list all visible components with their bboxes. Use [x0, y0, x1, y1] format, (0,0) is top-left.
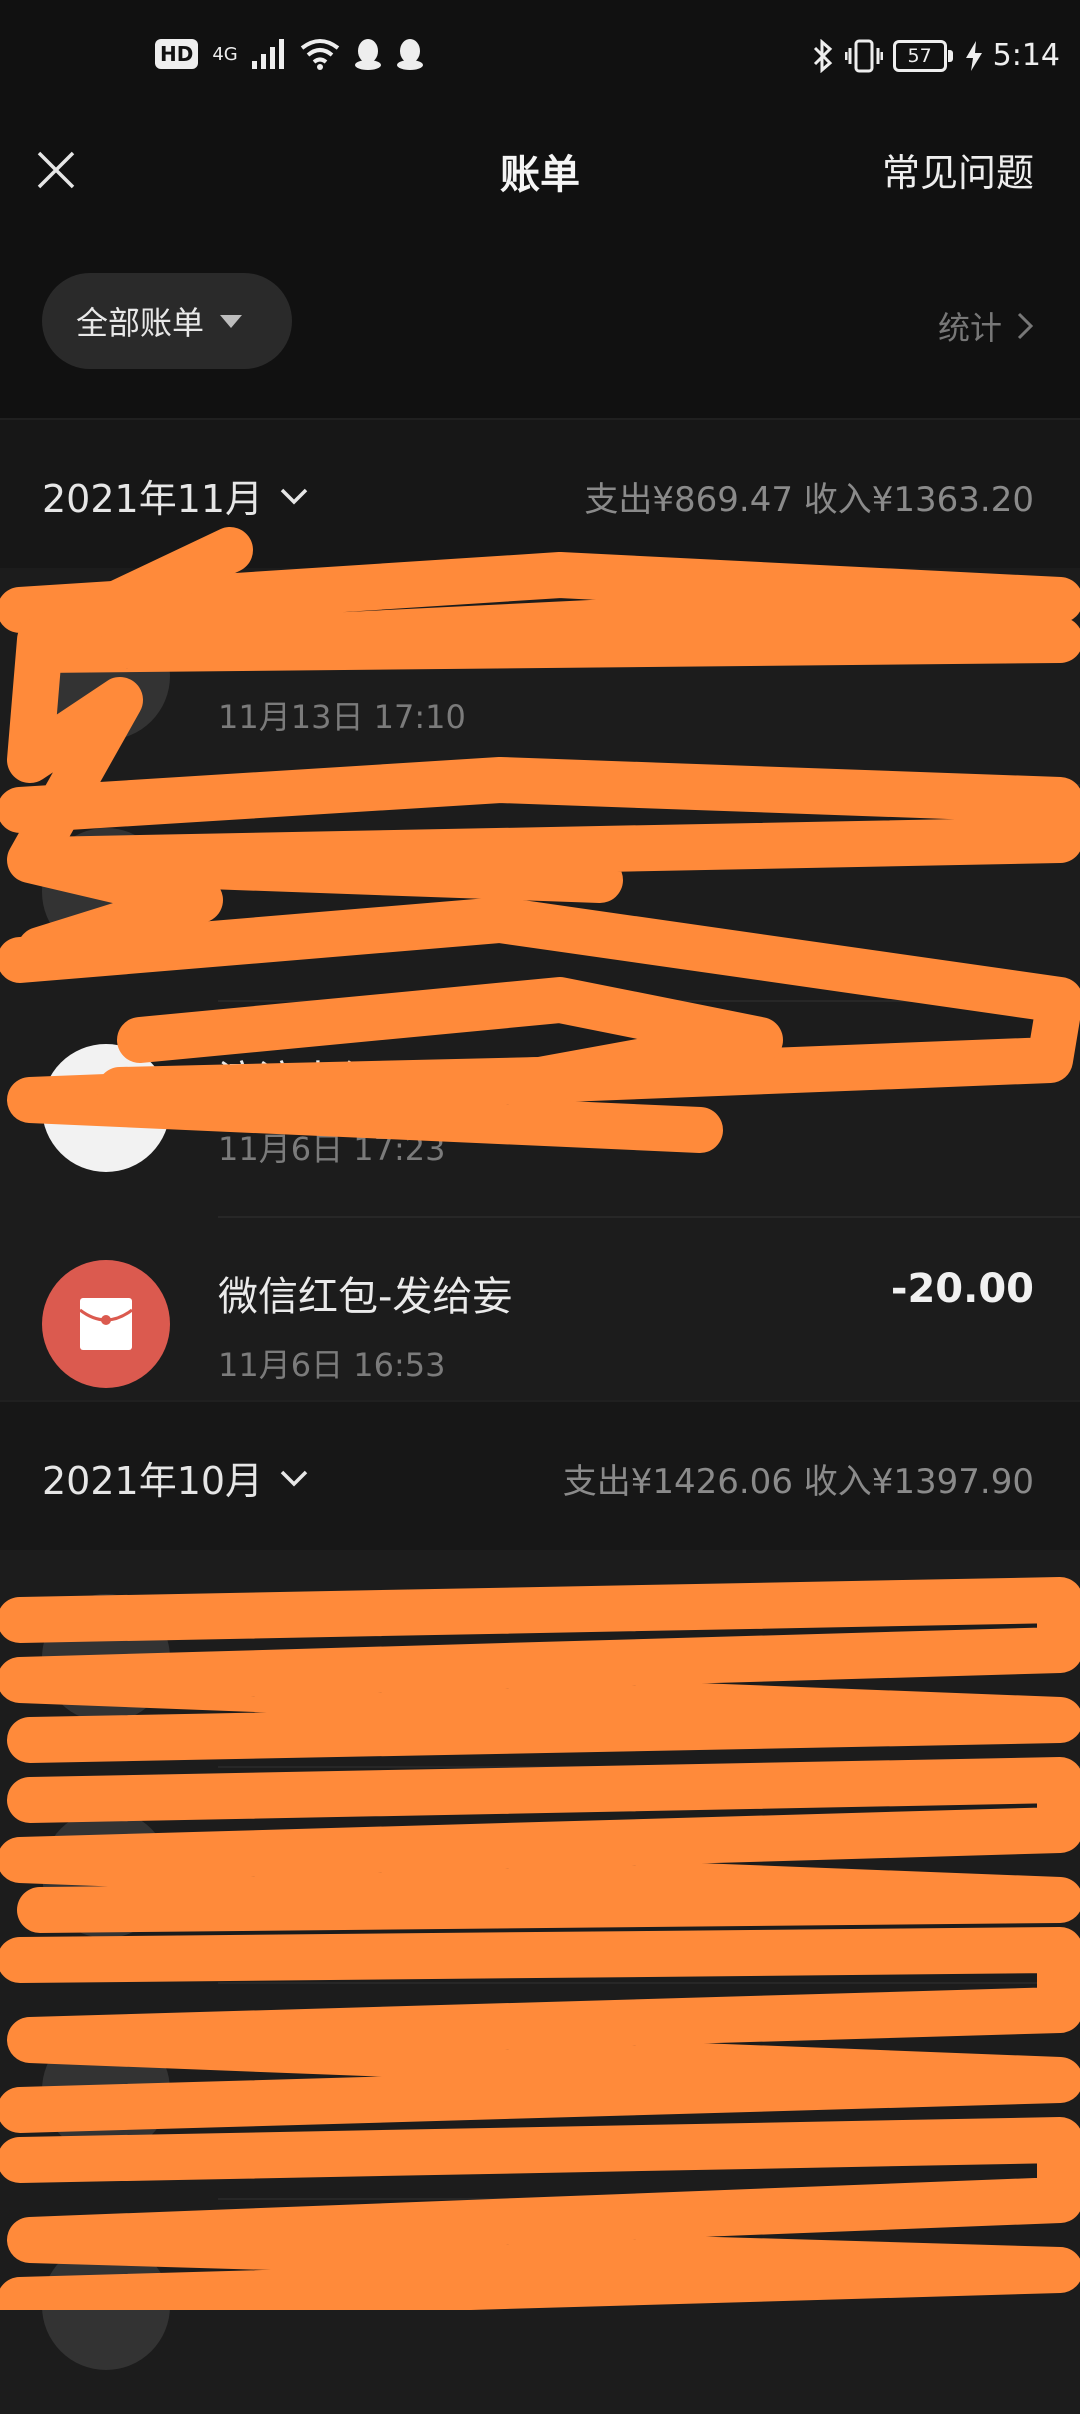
month-label: 2021年11月: [42, 468, 309, 523]
status-right: 57 5:14: [811, 38, 1060, 73]
charging-icon: [965, 40, 982, 71]
red-packet-icon: [79, 1298, 133, 1350]
chevron-right-icon: [1017, 312, 1034, 340]
transaction-row[interactable]: [0, 1766, 1080, 1982]
wifi-icon: [300, 39, 339, 70]
hd-badge: HD: [155, 39, 199, 69]
transaction-row[interactable]: [0, 1550, 1080, 1766]
transaction-row[interactable]: [0, 2198, 1080, 2414]
caret-down-icon: [220, 314, 243, 328]
bill-filter-dropdown[interactable]: 全部账单: [42, 273, 292, 369]
battery-icon: 57: [892, 39, 953, 72]
avatar: [42, 2242, 170, 2370]
clock: 5:14: [992, 38, 1060, 73]
transaction-date: 11月6日 17:23: [218, 1130, 446, 1168]
month-label-text: 2021年10月: [42, 1459, 264, 1503]
transaction-date: 11月13日 17:10: [218, 698, 466, 736]
month-summary: 支出¥1426.06 收入¥1397.90: [562, 1462, 1034, 1502]
transaction-date: 11月6日 16:53: [218, 1346, 446, 1384]
vibrate-icon: [844, 39, 883, 72]
transaction-row[interactable]: [0, 1982, 1080, 2198]
avatar: [42, 1044, 170, 1172]
avatar: [42, 2026, 170, 2154]
transaction-amount: -20.00: [890, 1266, 1034, 1312]
stats-label: 统计: [937, 309, 1002, 347]
month-label: 2021年10月: [42, 1450, 309, 1505]
faq-link[interactable]: 常见问题: [882, 142, 1034, 197]
signal-icon: [251, 39, 284, 69]
month-summary: 支出¥869.47 收入¥1363.20: [584, 480, 1034, 520]
transaction-title: 微信红包-发给妄: [218, 1274, 513, 1320]
bill-filter-label: 全部账单: [76, 304, 205, 342]
qq-icon: [354, 39, 381, 70]
red-packet-avatar: [42, 1260, 170, 1388]
avatar: [42, 1594, 170, 1722]
month-header-oct[interactable]: 2021年10月 支出¥1426.06 收入¥1397.90: [0, 1400, 1080, 1552]
status-bar: HD 4G 57 5:14: [0, 0, 1080, 120]
chevron-down-icon: [280, 1470, 308, 1486]
status-left: HD 4G: [155, 38, 424, 70]
bluetooth-icon: [813, 38, 832, 73]
chevron-down-icon: [280, 488, 308, 504]
transaction-list-oct: [0, 1550, 1080, 2414]
stats-link[interactable]: 统计: [938, 303, 1034, 349]
network-label: 4G: [212, 43, 238, 65]
transaction-date: 11月6日 17:33: [218, 914, 446, 952]
transaction-title: 滴滴出行: [218, 1058, 378, 1104]
title-bar: 账单 常见问题: [0, 120, 1080, 220]
month-label-text: 2021年11月: [42, 477, 264, 521]
month-header-nov[interactable]: 2021年11月 支出¥869.47 收入¥1363.20: [0, 418, 1080, 570]
filter-bar: 全部账单 统计: [0, 265, 1080, 369]
transaction-list-nov: 11月13日 17:10 11月6日 17:33 滴滴出行 11月6日 17:2…: [0, 568, 1080, 1432]
avatar: [42, 612, 170, 740]
avatar: [42, 1810, 170, 1938]
transaction-row[interactable]: 滴滴出行 11月6日 17:23: [0, 1000, 1080, 1216]
avatar: [42, 828, 170, 956]
transaction-row[interactable]: 11月13日 17:10: [0, 568, 1080, 784]
qq-icon: [396, 39, 423, 70]
transaction-row[interactable]: 11月6日 17:33: [0, 784, 1080, 1000]
